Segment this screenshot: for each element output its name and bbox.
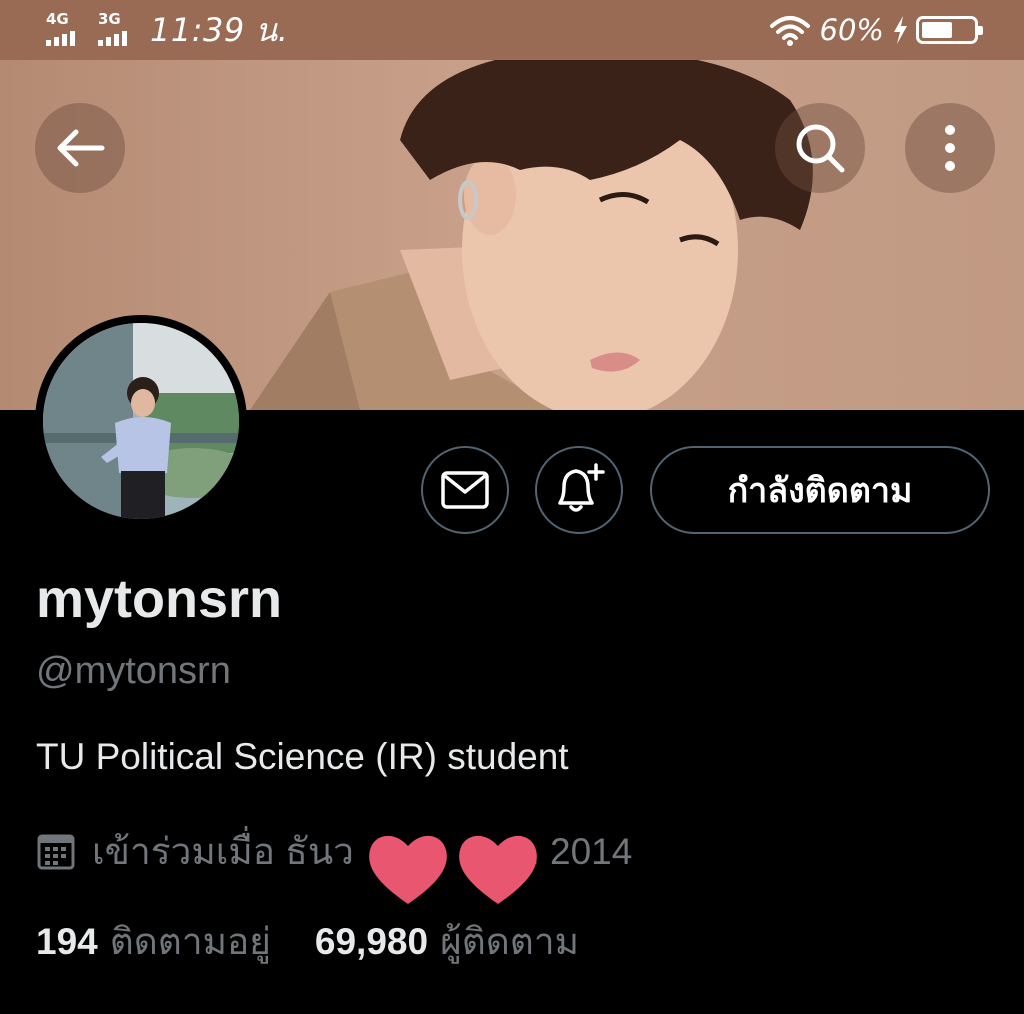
joined-text: เข้าร่วมเมื่อ ธันว [92,830,354,872]
status-time: 11:39 น. [150,10,289,49]
followers-count: 69,980 [314,920,429,962]
heart-sticker-overlay [369,835,537,904]
heart-sticker-right [459,835,537,904]
battery-percent: 60% [819,13,884,47]
follow-stats: 194 ติดตามอยู่ 69,980 ผู้ติดตาม [36,916,579,966]
following-label: ติดตามอยู่ [109,920,271,962]
notifications-button[interactable] [535,446,623,534]
following-link[interactable]: 194 ติดตามอยู่ [36,912,271,971]
mail-icon [441,471,489,509]
display-name: mytonsrn [36,569,283,629]
network-type-2: 3G [98,10,121,28]
joined-date: เข้าร่วมเมื่อ ธันว ศ. 2014 [36,826,632,876]
avatar-photo [43,323,239,519]
network-type-1: 4G [46,10,69,28]
following-button[interactable]: กำลังติดตาม [650,446,990,534]
heart-sticker-left [369,835,447,904]
signal-3g-icon: 3G [98,12,136,48]
search-button[interactable] [775,103,865,193]
avatar[interactable] [35,315,247,527]
user-handle: @mytonsrn [36,650,231,692]
following-count: 194 [36,920,98,962]
wifi-icon [769,16,810,46]
more-options-button[interactable] [905,103,995,193]
back-button[interactable] [35,103,125,193]
status-left: 4G 3G 11:39 น. [46,8,288,52]
bio-text: TU Political Science (IR) student [36,736,569,777]
more-vertical-icon [945,125,955,171]
charging-bolt-icon [894,16,907,44]
followers-link[interactable]: 69,980 ผู้ติดตาม [315,912,579,971]
back-arrow-icon [57,129,105,167]
followers-label: ผู้ติดตาม [440,920,579,962]
battery-icon [916,16,983,44]
message-button[interactable] [421,446,509,534]
status-right: 60% [768,8,983,52]
battery-fill [922,22,952,38]
bell-plus-icon [558,463,605,512]
signal-4g-icon: 4G [46,12,84,48]
search-icon [796,124,845,173]
calendar-icon [37,834,75,870]
status-bar: 4G 3G 11:39 น. 60% [0,0,1024,60]
